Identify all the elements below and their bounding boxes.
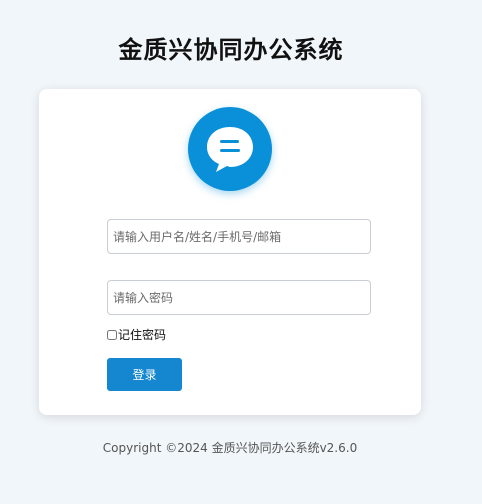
logo	[188, 107, 272, 191]
username-input[interactable]	[107, 219, 371, 254]
login-button[interactable]: 登录	[107, 358, 182, 391]
remember-checkbox[interactable]	[107, 329, 117, 340]
copyright-text: Copyright ©2024 金质兴协同办公系统v2.6.0	[102, 441, 358, 455]
remember-password[interactable]: 记住密码	[107, 326, 166, 343]
password-input[interactable]	[107, 280, 371, 315]
login-card: 记住密码 登录	[39, 89, 421, 415]
remember-label: 记住密码	[118, 328, 167, 342]
chat-bubble-icon	[207, 127, 253, 172]
page-title: 金质兴协同办公系统	[118, 36, 344, 64]
